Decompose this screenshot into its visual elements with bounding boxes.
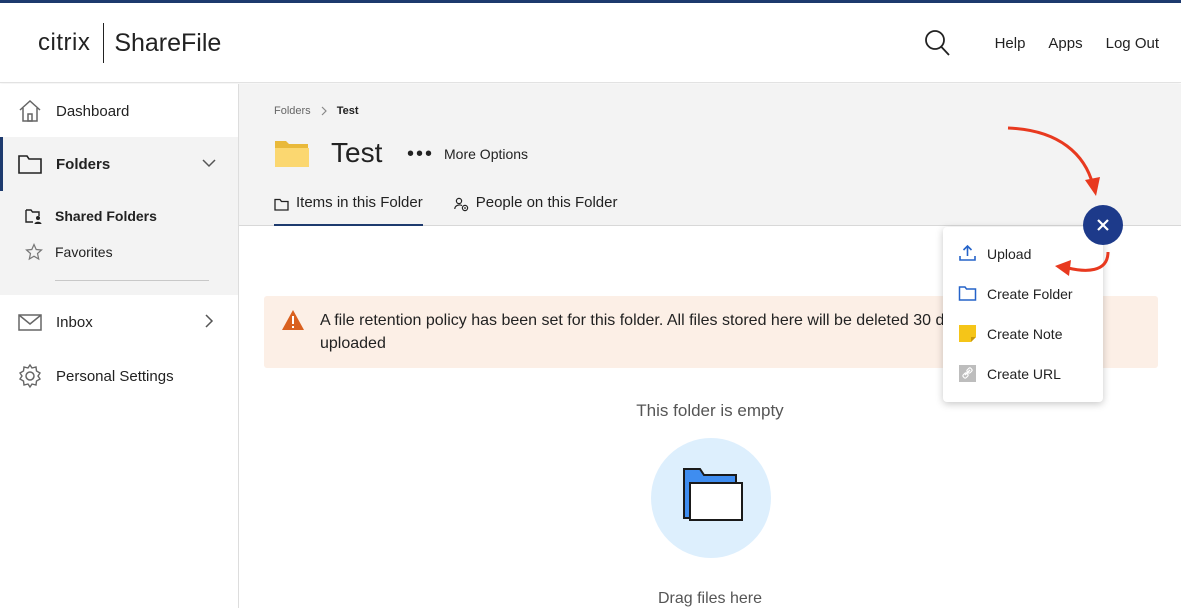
chevron-down-icon[interactable] (200, 154, 218, 172)
top-header: citrix ShareFile Help Apps Log Out (0, 3, 1181, 83)
folder-title-row: Test (274, 137, 382, 169)
menu-item-label: Create Folder (987, 285, 1073, 302)
subnav-item-shared-folders[interactable]: Shared Folders (25, 207, 157, 225)
citrix-sharefile-logo[interactable]: citrix ShareFile (38, 23, 221, 63)
sidebar-item-inbox[interactable]: Inbox (0, 295, 238, 349)
folder-icon (274, 198, 289, 211)
close-icon (1097, 219, 1109, 231)
help-link[interactable]: Help (995, 35, 1026, 52)
sidebar-item-folders[interactable]: Folders (0, 137, 238, 191)
subnav-item-label: Favorites (55, 244, 113, 260)
breadcrumb-current: Test (336, 105, 359, 117)
upload-icon (959, 244, 976, 261)
shared-folders-icon (25, 209, 42, 224)
more-dots-icon: ••• (407, 143, 435, 165)
sidebar-item-label: Personal Settings (56, 367, 174, 385)
menu-item-label: Create Note (987, 325, 1063, 342)
logo-brand: citrix (38, 29, 91, 56)
more-options-button[interactable]: ••• More Options (407, 143, 529, 165)
yellow-folder-icon (275, 141, 309, 167)
page-title: Test (331, 137, 383, 168)
menu-item-create-note[interactable]: Create Note (958, 324, 1062, 343)
folder-icon (18, 155, 42, 174)
chevron-right-icon[interactable] (200, 312, 218, 330)
folder-outline-icon (958, 286, 977, 301)
star-icon (25, 243, 43, 261)
sidebar-item-dashboard[interactable]: Dashboard (0, 84, 238, 138)
gear-icon (19, 363, 41, 389)
menu-item-label: Upload (987, 245, 1032, 262)
tab-label: People on this Folder (475, 194, 618, 211)
empty-folder-icon (683, 468, 743, 521)
folder-header: Folders Test Test ••• More Options Items… (239, 84, 1181, 226)
drag-files-hint: Drag files here (657, 590, 763, 607)
chevron-right-icon (321, 106, 327, 116)
breadcrumb: Folders Test (274, 105, 359, 117)
apps-link[interactable]: Apps (1048, 35, 1082, 52)
sidebar-item-label: Folders (56, 155, 111, 173)
home-icon (19, 99, 41, 122)
person-settings-icon (453, 197, 468, 212)
close-menu-button[interactable] (1083, 205, 1123, 245)
sidebar-item-personal-settings[interactable]: Personal Settings (0, 349, 238, 403)
link-icon (959, 365, 976, 382)
menu-item-label: Create URL (987, 365, 1061, 382)
header-actions: Help Apps Log Out (924, 27, 1159, 59)
empty-state-illustration (651, 438, 771, 558)
add-items-menu: Upload Create Folder Create Note Create … (943, 227, 1103, 402)
subnav-item-label: Shared Folders (55, 208, 157, 224)
sidebar: Dashboard Folders Shared Folders Favorit… (0, 84, 239, 608)
logo-product: ShareFile (114, 28, 222, 57)
menu-item-upload[interactable]: Upload (958, 244, 1031, 263)
tab-people-on-folder[interactable]: People on this Folder (453, 194, 618, 226)
note-icon (959, 325, 976, 342)
logout-link[interactable]: Log Out (1106, 35, 1159, 52)
mail-icon (18, 314, 42, 331)
logo-divider (103, 23, 105, 63)
subnav-item-favorites[interactable]: Favorites (25, 243, 113, 261)
sidebar-item-label: Dashboard (56, 102, 130, 120)
menu-item-create-folder[interactable]: Create Folder (958, 284, 1073, 303)
more-options-label: More Options (444, 146, 529, 162)
warning-icon (282, 310, 304, 330)
folders-subnav: Shared Folders Favorites (0, 191, 238, 295)
sidebar-item-label: Inbox (56, 313, 93, 331)
search-icon[interactable] (924, 29, 950, 57)
tab-label: Items in this Folder (296, 194, 423, 211)
menu-item-create-url[interactable]: Create URL (958, 364, 1061, 383)
breadcrumb-root[interactable]: Folders (274, 105, 311, 117)
tab-items-in-folder[interactable]: Items in this Folder (274, 194, 423, 226)
empty-state-title: This folder is empty (636, 401, 784, 420)
folder-tabs: Items in this Folder People on this Fold… (274, 194, 648, 226)
subnav-divider (55, 280, 209, 281)
